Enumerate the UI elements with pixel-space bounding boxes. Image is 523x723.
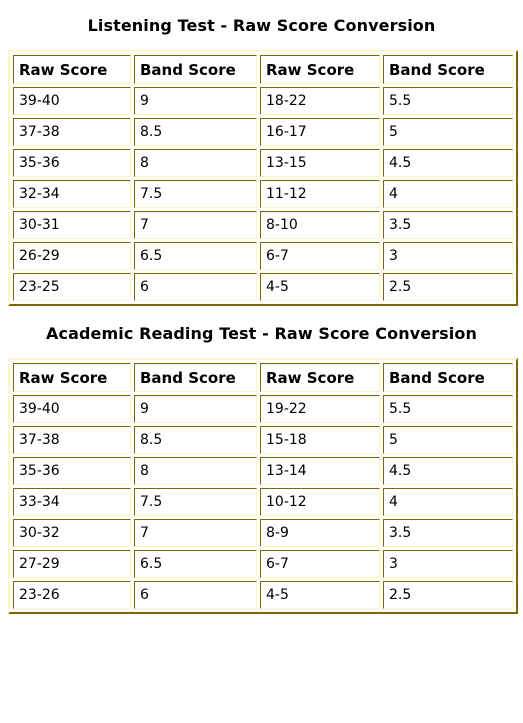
listening-test-section: Listening Test - Raw Score Conversion Ra… xyxy=(0,0,523,306)
column-header-band-score-1: Band Score xyxy=(134,55,257,84)
score-conversion-page: Listening Test - Raw Score Conversion Ra… xyxy=(0,0,523,723)
cell-band-score-1: 8.5 xyxy=(134,118,257,146)
cell-band-score-1: 9 xyxy=(134,395,257,423)
cell-band-score-2: 5.5 xyxy=(383,87,513,115)
column-header-raw-score-2: Raw Score xyxy=(260,55,380,84)
table-header-row: Raw Score Band Score Raw Score Band Scor… xyxy=(13,55,513,84)
reading-table-title: Academic Reading Test - Raw Score Conver… xyxy=(46,324,477,343)
table-row: 27-29 6.5 6-7 3 xyxy=(13,550,513,578)
cell-raw-score-2: 10-12 xyxy=(260,488,380,516)
table-header: Raw Score Band Score Raw Score Band Scor… xyxy=(13,55,513,84)
cell-raw-score-1: 39-40 xyxy=(13,395,131,423)
cell-raw-score-1: 23-26 xyxy=(13,581,131,609)
table-header-row: Raw Score Band Score Raw Score Band Scor… xyxy=(13,363,513,392)
cell-band-score-1: 8 xyxy=(134,457,257,485)
cell-band-score-2: 5 xyxy=(383,118,513,146)
cell-band-score-1: 8 xyxy=(134,149,257,177)
table-row: 33-34 7.5 10-12 4 xyxy=(13,488,513,516)
table-row: 39-40 9 18-22 5.5 xyxy=(13,87,513,115)
cell-raw-score-1: 39-40 xyxy=(13,87,131,115)
listening-table-title: Listening Test - Raw Score Conversion xyxy=(87,16,436,35)
table-row: 30-31 7 8-10 3.5 xyxy=(13,211,513,239)
cell-raw-score-2: 15-18 xyxy=(260,426,380,454)
cell-band-score-2: 4.5 xyxy=(383,457,513,485)
table-row: 39-40 9 19-22 5.5 xyxy=(13,395,513,423)
cell-band-score-2: 3 xyxy=(383,550,513,578)
cell-band-score-1: 7.5 xyxy=(134,488,257,516)
cell-band-score-2: 5.5 xyxy=(383,395,513,423)
cell-raw-score-1: 27-29 xyxy=(13,550,131,578)
cell-raw-score-1: 30-32 xyxy=(13,519,131,547)
cell-band-score-2: 3.5 xyxy=(383,519,513,547)
cell-raw-score-2: 4-5 xyxy=(260,581,380,609)
column-header-band-score-1: Band Score xyxy=(134,363,257,392)
column-header-raw-score-1: Raw Score xyxy=(13,55,131,84)
column-header-band-score-2: Band Score xyxy=(383,55,513,84)
table-row: 23-26 6 4-5 2.5 xyxy=(13,581,513,609)
cell-band-score-1: 6.5 xyxy=(134,242,257,270)
cell-raw-score-2: 6-7 xyxy=(260,242,380,270)
table-row: 30-32 7 8-9 3.5 xyxy=(13,519,513,547)
cell-raw-score-2: 13-15 xyxy=(260,149,380,177)
cell-raw-score-2: 6-7 xyxy=(260,550,380,578)
reading-score-table: Raw Score Band Score Raw Score Band Scor… xyxy=(8,358,518,614)
table-row: 37-38 8.5 16-17 5 xyxy=(13,118,513,146)
cell-band-score-1: 6.5 xyxy=(134,550,257,578)
table-row: 37-38 8.5 15-18 5 xyxy=(13,426,513,454)
cell-band-score-2: 3.5 xyxy=(383,211,513,239)
cell-band-score-1: 8.5 xyxy=(134,426,257,454)
cell-band-score-1: 9 xyxy=(134,87,257,115)
table-row: 32-34 7.5 11-12 4 xyxy=(13,180,513,208)
table-body: 39-40 9 18-22 5.5 37-38 8.5 16-17 5 35-3… xyxy=(13,87,513,301)
table-body: 39-40 9 19-22 5.5 37-38 8.5 15-18 5 35-3… xyxy=(13,395,513,609)
cell-raw-score-2: 8-10 xyxy=(260,211,380,239)
cell-raw-score-2: 8-9 xyxy=(260,519,380,547)
cell-band-score-2: 5 xyxy=(383,426,513,454)
listening-score-table: Raw Score Band Score Raw Score Band Scor… xyxy=(8,50,518,306)
cell-raw-score-2: 19-22 xyxy=(260,395,380,423)
cell-raw-score-1: 26-29 xyxy=(13,242,131,270)
cell-band-score-2: 2.5 xyxy=(383,581,513,609)
table-row: 35-36 8 13-15 4.5 xyxy=(13,149,513,177)
cell-band-score-1: 7.5 xyxy=(134,180,257,208)
cell-raw-score-1: 35-36 xyxy=(13,149,131,177)
cell-band-score-2: 2.5 xyxy=(383,273,513,301)
cell-band-score-1: 6 xyxy=(134,581,257,609)
table-row: 35-36 8 13-14 4.5 xyxy=(13,457,513,485)
academic-reading-test-section: Academic Reading Test - Raw Score Conver… xyxy=(0,306,523,614)
cell-band-score-2: 4 xyxy=(383,488,513,516)
cell-band-score-2: 4 xyxy=(383,180,513,208)
cell-raw-score-1: 23-25 xyxy=(13,273,131,301)
column-header-band-score-2: Band Score xyxy=(383,363,513,392)
cell-raw-score-2: 13-14 xyxy=(260,457,380,485)
cell-band-score-1: 7 xyxy=(134,519,257,547)
cell-raw-score-1: 30-31 xyxy=(13,211,131,239)
cell-band-score-2: 4.5 xyxy=(383,149,513,177)
cell-raw-score-1: 37-38 xyxy=(13,118,131,146)
cell-raw-score-2: 18-22 xyxy=(260,87,380,115)
cell-raw-score-2: 4-5 xyxy=(260,273,380,301)
table-header: Raw Score Band Score Raw Score Band Scor… xyxy=(13,363,513,392)
cell-raw-score-1: 37-38 xyxy=(13,426,131,454)
column-header-raw-score-2: Raw Score xyxy=(260,363,380,392)
table-row: 26-29 6.5 6-7 3 xyxy=(13,242,513,270)
cell-raw-score-1: 33-34 xyxy=(13,488,131,516)
cell-raw-score-2: 16-17 xyxy=(260,118,380,146)
column-header-raw-score-1: Raw Score xyxy=(13,363,131,392)
cell-raw-score-1: 32-34 xyxy=(13,180,131,208)
cell-band-score-2: 3 xyxy=(383,242,513,270)
cell-raw-score-2: 11-12 xyxy=(260,180,380,208)
table-row: 23-25 6 4-5 2.5 xyxy=(13,273,513,301)
cell-band-score-1: 7 xyxy=(134,211,257,239)
cell-raw-score-1: 35-36 xyxy=(13,457,131,485)
cell-band-score-1: 6 xyxy=(134,273,257,301)
